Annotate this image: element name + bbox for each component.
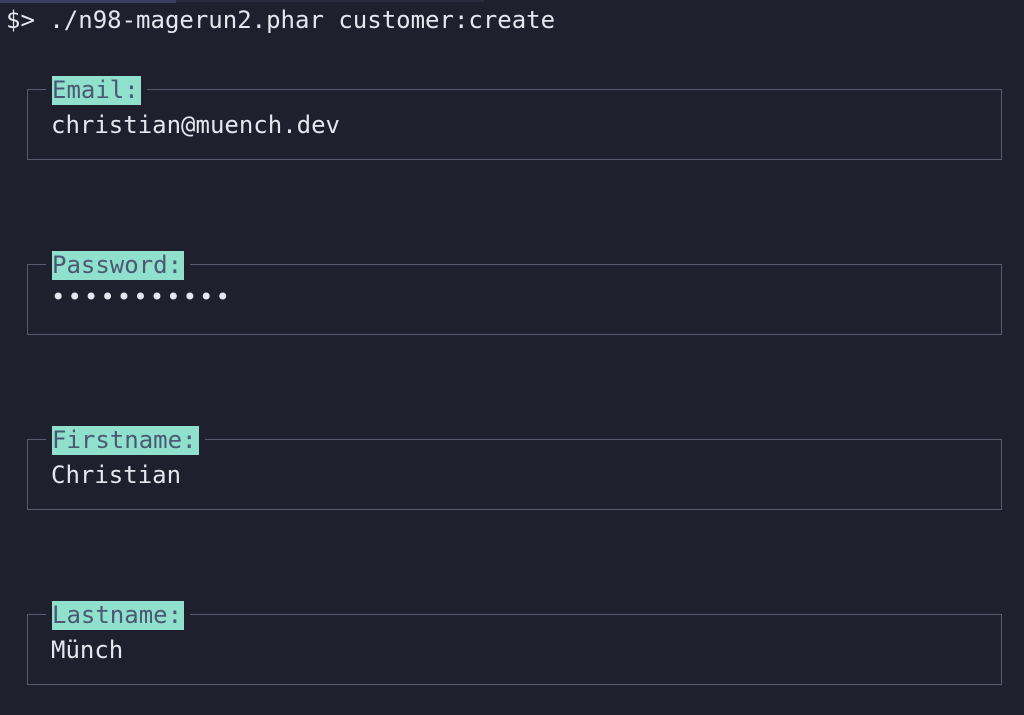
shell-prompt: $> bbox=[6, 6, 35, 34]
email-value[interactable]: christian@muench.dev bbox=[51, 109, 340, 141]
tab-bar-track bbox=[176, 0, 484, 2]
email-label: Email: bbox=[52, 75, 141, 105]
password-label: Password: bbox=[52, 250, 185, 280]
lastname-field[interactable]: Lastname: Münch bbox=[27, 600, 1002, 685]
firstname-value[interactable]: Christian bbox=[51, 459, 181, 491]
firstname-label: Firstname: bbox=[52, 425, 199, 455]
lastname-label-wrap: Lastname: bbox=[46, 600, 191, 630]
password-value[interactable]: ••••••••••• bbox=[51, 281, 232, 313]
password-label-wrap: Password: bbox=[46, 250, 191, 280]
command-line: $> ./n98-magerun2.phar customer:create bbox=[6, 6, 555, 34]
firstname-field[interactable]: Firstname: Christian bbox=[27, 425, 1002, 510]
active-tab-indicator bbox=[0, 0, 176, 3]
email-label-wrap: Email: bbox=[46, 75, 147, 105]
password-field[interactable]: Password: ••••••••••• bbox=[27, 250, 1002, 335]
lastname-label: Lastname: bbox=[52, 600, 185, 630]
firstname-label-wrap: Firstname: bbox=[46, 425, 205, 455]
email-field[interactable]: Email: christian@muench.dev bbox=[27, 75, 1002, 160]
command-text: ./n98-magerun2.phar customer:create bbox=[49, 6, 556, 34]
lastname-value[interactable]: Münch bbox=[51, 634, 123, 666]
